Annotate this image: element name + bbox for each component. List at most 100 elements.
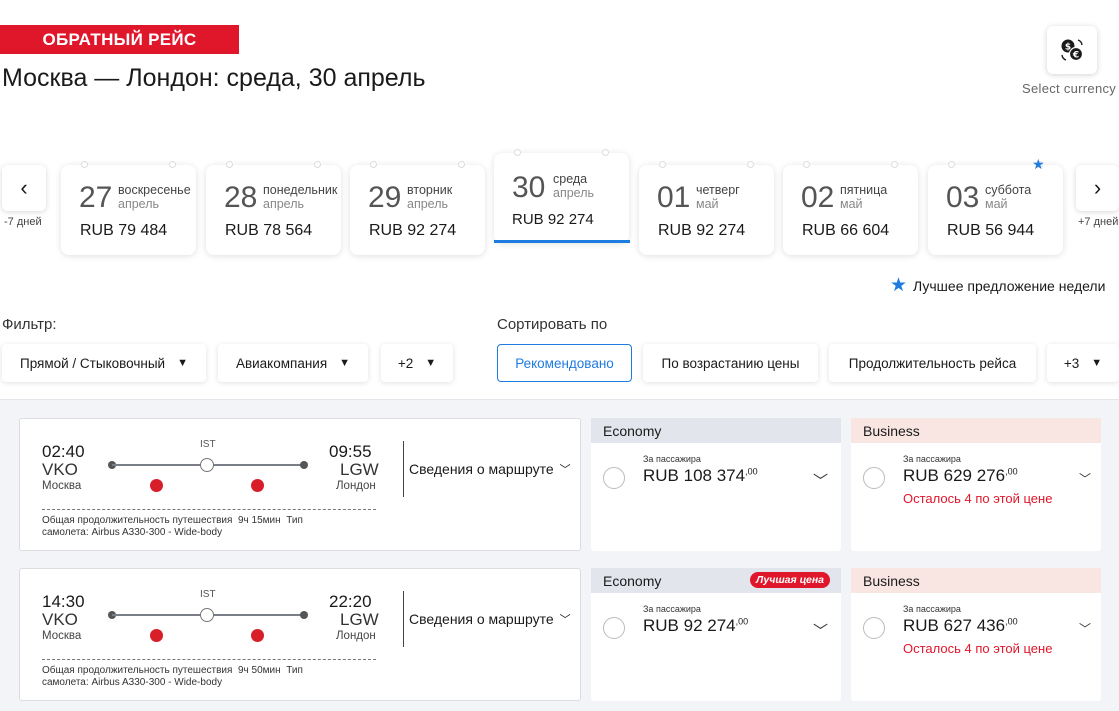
fare-price: RUB 627 436,00 bbox=[903, 616, 1018, 636]
duration-value: 9ч 15мин bbox=[237, 515, 281, 526]
fare-price-value: RUB 108 374 bbox=[643, 466, 746, 485]
select-currency-label[interactable]: Select currency bbox=[1022, 81, 1116, 96]
business-fare-header: Business bbox=[851, 418, 1101, 443]
route-stop-marker bbox=[200, 608, 214, 622]
fare-price-value: RUB 627 436 bbox=[903, 616, 1006, 635]
date-card[interactable]: 03 суббота май RUB 56 944 bbox=[928, 161, 1063, 255]
flight-meta: Общая продолжительность путешествия 9ч 1… bbox=[42, 515, 342, 539]
arrival-time: 22:20 bbox=[329, 592, 372, 611]
date-price: RUB 78 564 bbox=[225, 222, 313, 239]
duration-label: Общая продолжительность путешествия bbox=[42, 515, 233, 526]
economy-fare-card[interactable]: Economy За пассажира RUB 108 374,00 ﹀ bbox=[591, 418, 841, 551]
fare-radio[interactable] bbox=[863, 617, 885, 639]
date-number: 02 bbox=[801, 181, 835, 214]
sort-more-label: +3 bbox=[1063, 355, 1080, 371]
date-month: апрель bbox=[553, 186, 595, 200]
fare-price: RUB 629 276,00 bbox=[903, 466, 1018, 486]
date-month: май bbox=[985, 197, 1008, 211]
business-fare-header: Business bbox=[851, 568, 1101, 593]
chevron-down-icon[interactable]: ﹀ bbox=[813, 470, 828, 491]
date-card[interactable]: 29 вторник апрель RUB 92 274 bbox=[350, 161, 485, 255]
date-number: 29 bbox=[368, 181, 402, 214]
date-card[interactable]: 28 понедельник апрель RUB 78 564 bbox=[206, 161, 341, 255]
page-title: Москва — Лондон: среда, 30 апрель bbox=[2, 64, 426, 92]
best-offer-legend-label: Лучшее предложение недели bbox=[913, 277, 1106, 294]
date-weekday: среда bbox=[553, 172, 588, 186]
date-card[interactable]: 01 четверг май RUB 92 274 bbox=[639, 161, 774, 255]
fare-class-label: Business bbox=[863, 572, 920, 589]
star-icon: ★ bbox=[890, 275, 908, 296]
flight-card[interactable]: 02:40 VKO Москва IST 09:55 LGW Лондон Св… bbox=[19, 418, 581, 551]
route-details-link[interactable]: Сведения о маршруте ﹀ bbox=[409, 611, 571, 627]
aircraft-value: Airbus A330-300 - Wide-body bbox=[91, 677, 223, 688]
divider bbox=[403, 591, 404, 647]
sort-duration-button[interactable]: Продолжительность рейса bbox=[829, 344, 1036, 382]
caret-down-icon: ▼ bbox=[1091, 357, 1103, 369]
economy-fare-card[interactable]: Economy Лучшая цена За пассажира RUB 92 … bbox=[591, 568, 841, 701]
filter-airline-dropdown[interactable]: Авиакомпания ▼ bbox=[218, 344, 368, 382]
fare-price: RUB 108 374,00 bbox=[643, 466, 758, 486]
date-month: апрель bbox=[118, 197, 160, 211]
flight-card[interactable]: 14:30 VKO Москва IST 22:20 LGW Лондон Св… bbox=[19, 568, 581, 701]
date-price: RUB 66 604 bbox=[802, 222, 890, 239]
departure-city: Москва bbox=[42, 630, 82, 642]
fare-price-value: RUB 92 274 bbox=[643, 616, 736, 635]
date-card[interactable]: 27 воскресенье апрель RUB 79 484 bbox=[61, 161, 196, 255]
departure-airport: VKO bbox=[42, 460, 78, 479]
route-end-dot bbox=[300, 461, 308, 469]
fare-radio[interactable] bbox=[863, 467, 885, 489]
sort-more-dropdown[interactable]: +3 ▼ bbox=[1047, 344, 1119, 382]
chevron-right-icon: › bbox=[1093, 175, 1102, 200]
prev-week-button[interactable]: ‹ bbox=[2, 165, 46, 211]
arrival-city: Лондон bbox=[336, 630, 376, 642]
fare-price-value: RUB 629 276 bbox=[903, 466, 1006, 485]
route-details-label: Сведения о маршруте bbox=[409, 461, 554, 477]
date-price: RUB 92 274 bbox=[369, 222, 457, 239]
date-price: RUB 56 944 bbox=[947, 222, 1035, 239]
airline-logo-icon bbox=[251, 629, 264, 642]
fare-price-cents: ,00 bbox=[745, 466, 758, 477]
fare-radio[interactable] bbox=[603, 617, 625, 639]
airline-logo-icon bbox=[150, 479, 163, 492]
filter-more-dropdown[interactable]: +2 ▼ bbox=[381, 344, 453, 382]
fare-class-label: Economy bbox=[603, 422, 662, 439]
date-price: RUB 92 274 bbox=[658, 222, 746, 239]
chevron-left-icon: ‹ bbox=[20, 175, 28, 200]
best-offer-star-icon: ★ bbox=[1032, 156, 1045, 172]
date-number: 30 bbox=[512, 171, 546, 204]
best-offer-legend: ★ Лучшее предложение недели bbox=[890, 274, 1105, 297]
sort-recommended-button[interactable]: Рекомендовано bbox=[497, 344, 632, 382]
chevron-down-icon[interactable]: ﹀ bbox=[1079, 470, 1091, 487]
departure-time: 14:30 bbox=[42, 592, 85, 611]
airline-logo-icon bbox=[251, 479, 264, 492]
best-price-badge: Лучшая цена bbox=[750, 572, 830, 588]
chevron-down-icon[interactable]: ﹀ bbox=[813, 620, 828, 641]
per-passenger-label: За пассажира bbox=[643, 454, 701, 464]
selected-date-indicator bbox=[494, 240, 630, 243]
caret-down-icon: ▼ bbox=[425, 357, 437, 369]
date-number: 28 bbox=[224, 181, 258, 214]
route-details-link[interactable]: Сведения о маршруте ﹀ bbox=[409, 461, 571, 477]
duration-value: 9ч 50мин bbox=[237, 665, 281, 676]
chevron-down-icon[interactable]: ﹀ bbox=[1079, 620, 1091, 637]
filter-stops-dropdown[interactable]: Прямой / Стыковочный ▼ bbox=[2, 344, 206, 382]
per-passenger-label: За пассажира bbox=[903, 604, 961, 614]
fare-price-cents: ,00 bbox=[1005, 616, 1018, 627]
route-details-label: Сведения о маршруте bbox=[409, 611, 554, 627]
date-weekday: суббота bbox=[985, 183, 1032, 197]
date-month: апрель bbox=[407, 197, 449, 211]
sort-duration-label: Продолжительность рейса bbox=[848, 355, 1017, 371]
next-week-button[interactable]: › bbox=[1076, 165, 1119, 211]
divider bbox=[403, 441, 404, 497]
date-card[interactable]: 02 пятница май RUB 66 604 bbox=[783, 161, 918, 255]
chevron-down-icon: ﹀ bbox=[559, 464, 571, 476]
fare-radio[interactable] bbox=[603, 467, 625, 489]
sort-price-label: По возрастанию цены bbox=[661, 355, 800, 371]
business-fare-card[interactable]: Business За пассажира RUB 629 276,00 Ост… bbox=[851, 418, 1101, 551]
select-currency-button[interactable]: $ € bbox=[1047, 26, 1097, 74]
business-fare-card[interactable]: Business За пассажира RUB 627 436,00 Ост… bbox=[851, 568, 1101, 701]
date-weekday: понедельник bbox=[263, 183, 338, 197]
sort-price-ascending-button[interactable]: По возрастанию цены bbox=[643, 344, 818, 382]
date-card-selected[interactable]: 30 среда апрель RUB 92 274 bbox=[494, 149, 629, 243]
date-month: май bbox=[840, 197, 863, 211]
